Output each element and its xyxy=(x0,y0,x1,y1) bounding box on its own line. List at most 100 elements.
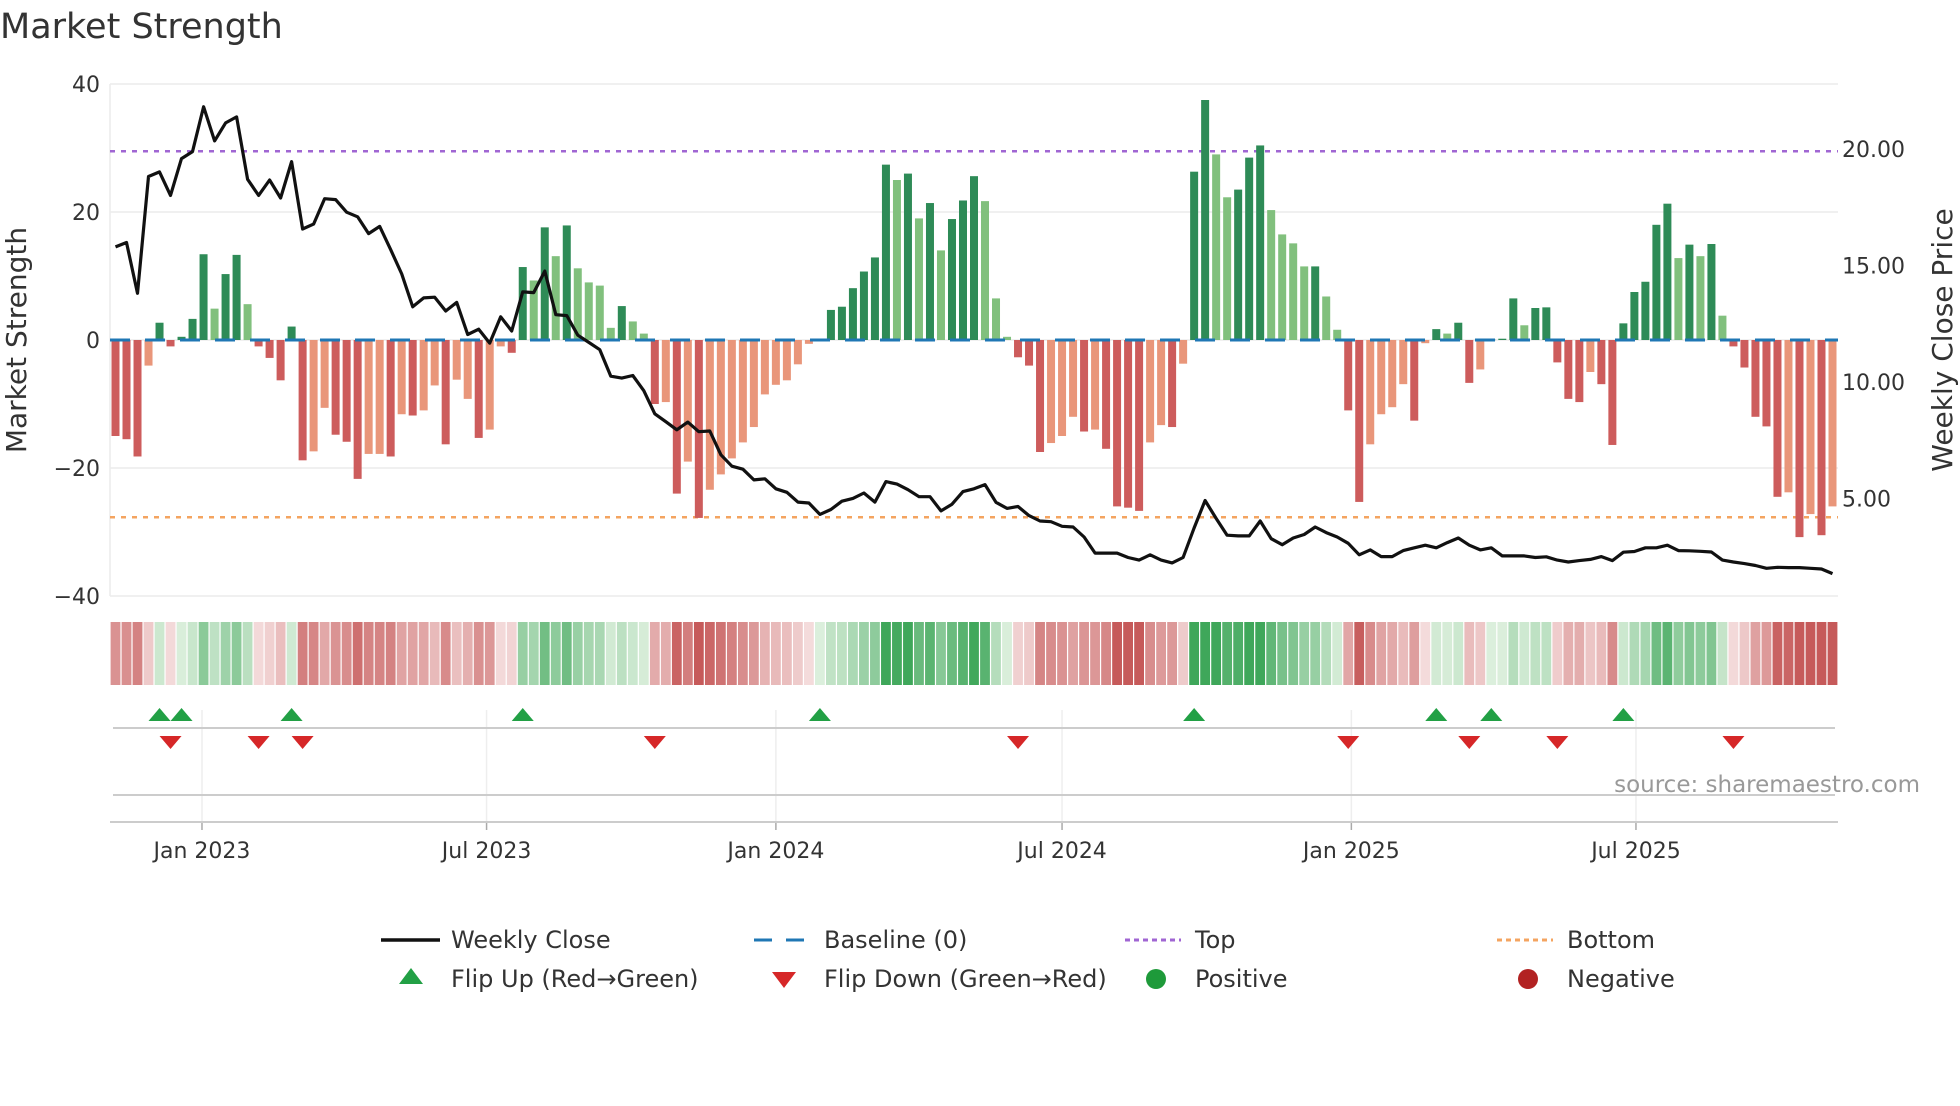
strength-bar xyxy=(1575,340,1584,403)
negative-legend-icon xyxy=(1518,969,1538,989)
heat-cell xyxy=(1596,622,1607,685)
heat-cell xyxy=(1123,622,1133,685)
strength-bar xyxy=(870,257,879,340)
heat-cell xyxy=(550,622,561,685)
heat-cell xyxy=(660,622,671,685)
heat-cell xyxy=(759,622,770,685)
heat-cell xyxy=(1695,622,1706,685)
heat-cell xyxy=(1530,622,1541,685)
heat-cell xyxy=(440,622,451,685)
strength-bar xyxy=(628,321,637,340)
heat-cell xyxy=(506,622,517,685)
strength-bar xyxy=(375,340,384,454)
strength-bar xyxy=(1773,340,1782,497)
strength-bar xyxy=(936,250,945,340)
strength-bar xyxy=(353,340,362,479)
heat-cell xyxy=(781,622,792,685)
heat-cell xyxy=(616,622,627,685)
strength-bar xyxy=(298,340,307,461)
flip-up-marker xyxy=(808,708,831,721)
strength-bar xyxy=(595,285,604,340)
heat-cell xyxy=(341,622,352,685)
heat-cell xyxy=(1068,622,1078,685)
strength-bar xyxy=(188,318,197,340)
strength-bar xyxy=(892,180,901,340)
strength-bar xyxy=(133,340,142,457)
strength-bar xyxy=(837,306,846,340)
strength-bar xyxy=(1410,340,1419,421)
heat-cell xyxy=(1684,622,1695,685)
strength-bar xyxy=(1014,340,1023,358)
heat-cell xyxy=(1552,622,1563,685)
right-axis-title: Weekly Close Price xyxy=(1926,208,1959,471)
strength-bar xyxy=(276,340,285,381)
market-strength-chart: Market Strength 40 20 0 −20 −40 20.00 15.00 10… xyxy=(0,7,1959,993)
heat-cell xyxy=(1376,622,1387,685)
strength-bar xyxy=(1157,340,1166,426)
heat-cell xyxy=(737,622,748,685)
flip-down-marker xyxy=(1337,736,1360,749)
strength-bar xyxy=(144,340,153,366)
heat-cell xyxy=(1266,622,1277,685)
heat-cell xyxy=(936,622,946,685)
strength-bar xyxy=(1201,100,1210,340)
x-tick-label: Jul 2025 xyxy=(1589,839,1681,864)
strength-bar xyxy=(859,271,868,340)
strength-bar xyxy=(1564,340,1573,399)
heat-cell xyxy=(528,622,539,685)
heat-cell xyxy=(286,622,297,685)
heat-cell xyxy=(253,622,264,685)
heat-cell xyxy=(903,622,913,685)
strength-bar xyxy=(1289,243,1298,340)
heat-cell xyxy=(517,622,528,685)
heat-cell xyxy=(969,622,979,685)
strength-bar xyxy=(452,340,461,380)
strength-bar xyxy=(1366,340,1375,445)
heat-cell xyxy=(1805,622,1816,685)
strength-bar xyxy=(1465,340,1474,383)
x-tick-label: Jul 2023 xyxy=(440,839,532,864)
heat-cell xyxy=(1035,622,1045,685)
flip-down-marker xyxy=(643,736,666,749)
strength-bar xyxy=(1278,234,1287,340)
right-tick-label: 15.00 xyxy=(1842,255,1905,280)
heat-cell xyxy=(1024,622,1034,685)
strength-bar xyxy=(914,218,923,340)
heat-cell xyxy=(1563,622,1574,685)
heat-cell xyxy=(693,622,704,685)
strength-bar xyxy=(166,340,175,347)
heat-cell xyxy=(1827,622,1838,685)
strength-bar xyxy=(1168,340,1177,428)
heat-cell xyxy=(804,622,814,685)
flip-down-marker xyxy=(159,736,182,749)
strength-bar xyxy=(1355,340,1364,502)
strength-bar xyxy=(1630,292,1639,340)
strength-bar xyxy=(606,327,615,340)
heat-cell xyxy=(572,622,583,685)
heat-cell xyxy=(1728,622,1739,685)
heat-cell xyxy=(726,622,737,685)
strength-bar xyxy=(287,326,296,340)
strength-bar xyxy=(408,340,417,416)
strength-bar xyxy=(1080,340,1089,432)
flip-down-legend-icon xyxy=(772,972,796,988)
heat-cell xyxy=(1574,622,1585,685)
heat-cell xyxy=(792,622,803,685)
heat-cell xyxy=(429,622,440,685)
heat-cell xyxy=(991,622,1001,685)
strength-bar xyxy=(331,340,340,435)
strength-bar xyxy=(1806,340,1815,515)
strength-bar xyxy=(1223,197,1232,340)
flip-down-marker xyxy=(1007,736,1030,749)
heat-cell xyxy=(1486,622,1497,685)
x-tick-label: Jan 2023 xyxy=(152,839,251,864)
heat-cell xyxy=(1420,622,1431,685)
heat-cell xyxy=(770,622,781,685)
strength-bar xyxy=(1652,224,1661,340)
legend-label: Flip Down (Green→Red) xyxy=(824,965,1107,993)
strength-bar xyxy=(925,203,934,340)
strength-bar xyxy=(1817,340,1826,536)
strength-bar xyxy=(243,304,252,340)
heat-cell xyxy=(1475,622,1486,685)
strength-bar xyxy=(749,340,758,428)
